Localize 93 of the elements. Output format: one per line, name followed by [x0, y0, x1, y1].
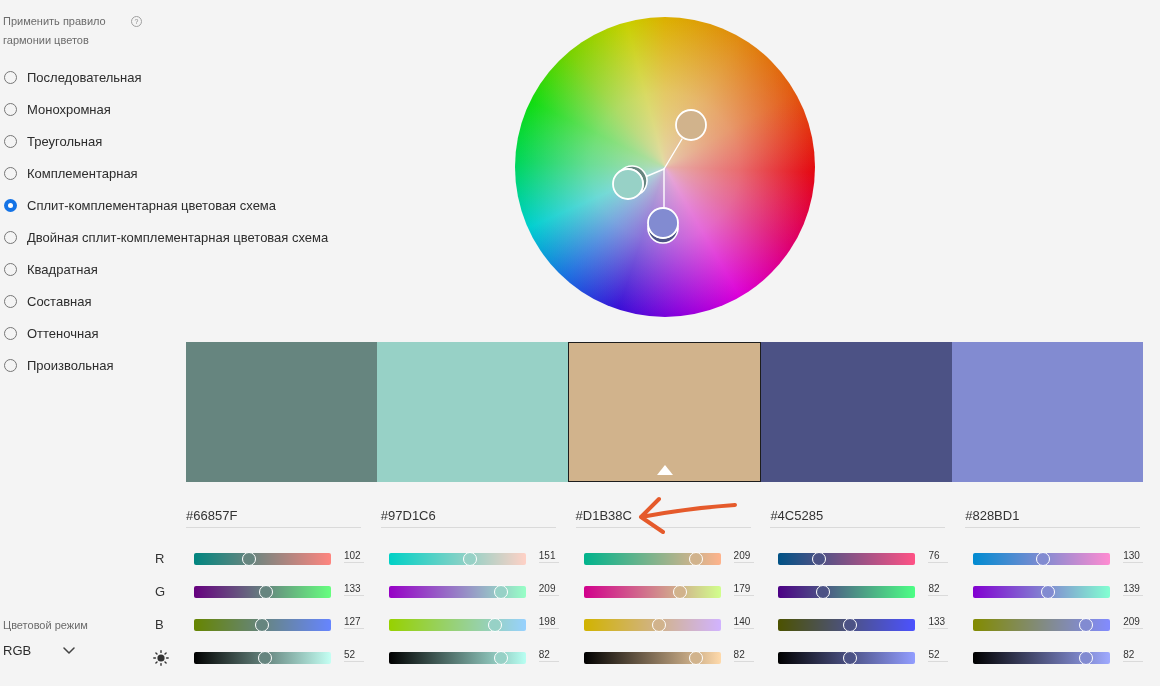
- slider-track[interactable]: [973, 585, 1111, 598]
- channel-label: B: [154, 617, 164, 632]
- value-field[interactable]: 82: [733, 649, 754, 662]
- slider-thumb[interactable]: [258, 584, 273, 599]
- chevron-icon: [63, 646, 75, 654]
- harmony-option[interactable]: Последовательная: [3, 61, 142, 93]
- slider-track[interactable]: [194, 585, 331, 598]
- slider-track[interactable]: [194, 618, 331, 631]
- color-swatch[interactable]: [952, 342, 1143, 482]
- slider-track[interactable]: [388, 585, 526, 598]
- slider-thumb[interactable]: [1078, 650, 1093, 665]
- channel-label: G: [154, 584, 166, 599]
- value-field[interactable]: 82: [1123, 649, 1144, 662]
- harmony-option[interactable]: Монохромная: [3, 93, 111, 125]
- value-field[interactable]: 127: [344, 616, 364, 629]
- slider-track[interactable]: [973, 552, 1111, 565]
- value-field[interactable]: 151: [538, 550, 559, 563]
- slider-track[interactable]: [778, 585, 916, 598]
- harmony-option[interactable]: Двойная сплит-комплементарная цветовая схема: [3, 221, 329, 253]
- value-field[interactable]: 102: [344, 550, 364, 563]
- slider-track[interactable]: [583, 651, 721, 664]
- harmony-title: Применить правило гармонии цветов: [3, 14, 107, 48]
- color-swatch[interactable]: [761, 342, 952, 482]
- slider-thumb[interactable]: [1036, 551, 1051, 566]
- value-field[interactable]: 209: [733, 550, 754, 563]
- color-handle[interactable]: [674, 109, 707, 141]
- color-handle[interactable]: [611, 168, 644, 200]
- value-field[interactable]: 139: [1123, 583, 1144, 596]
- harmony-option[interactable]: Составная: [3, 285, 92, 317]
- slider-thumb[interactable]: [651, 617, 666, 632]
- value-field[interactable]: 179: [733, 583, 754, 596]
- slider-track[interactable]: [388, 552, 526, 565]
- slider-thumb[interactable]: [462, 551, 477, 566]
- slider-thumb[interactable]: [842, 617, 857, 632]
- harmony-option[interactable]: Оттеночная: [3, 317, 99, 349]
- hex-field[interactable]: #97D1C6: [380, 504, 556, 528]
- value-field[interactable]: 82: [538, 649, 559, 662]
- color-swatch[interactable]: [377, 342, 568, 482]
- value-field[interactable]: 133: [344, 583, 364, 596]
- slider-track[interactable]: [583, 585, 721, 598]
- color-mode-dropdown[interactable]: RGB: [3, 640, 77, 660]
- value-field[interactable]: 76: [928, 550, 949, 563]
- hex-field[interactable]: #D1B38C: [575, 504, 751, 528]
- slider-track[interactable]: [194, 552, 331, 565]
- color-swatch[interactable]: [568, 342, 761, 482]
- slider-track[interactable]: [194, 651, 331, 664]
- slider-thumb[interactable]: [812, 551, 827, 566]
- value-field[interactable]: 209: [538, 583, 559, 596]
- slider-thumb[interactable]: [672, 584, 687, 599]
- slider-track[interactable]: [583, 552, 721, 565]
- harmony-option[interactable]: Комплементарная: [3, 157, 138, 189]
- color-handle[interactable]: [646, 207, 679, 239]
- slider-thumb[interactable]: [255, 617, 270, 632]
- slider-track[interactable]: [778, 651, 916, 664]
- color-mode-label: Цветовой режим: [3, 618, 88, 633]
- slider-track[interactable]: [388, 651, 526, 664]
- slider-thumb[interactable]: [258, 650, 273, 665]
- channel-label: R: [154, 551, 165, 566]
- slider-thumb[interactable]: [1040, 584, 1055, 599]
- slider-track[interactable]: [973, 651, 1111, 664]
- value-field[interactable]: 133: [928, 616, 949, 629]
- sun-icon: [153, 649, 169, 666]
- hex-field[interactable]: #4C5285: [770, 504, 946, 528]
- slider-track[interactable]: [778, 618, 916, 631]
- value-field[interactable]: 82: [928, 583, 949, 596]
- slider-track[interactable]: [388, 618, 526, 631]
- slider-thumb[interactable]: [688, 650, 703, 665]
- harmony-option[interactable]: Произвольная: [3, 349, 114, 381]
- slider-thumb[interactable]: [688, 551, 703, 566]
- slider-thumb[interactable]: [488, 617, 503, 632]
- value-field[interactable]: 130: [1123, 550, 1144, 563]
- hex-field[interactable]: #828BD1: [965, 504, 1141, 528]
- slider-track[interactable]: [778, 552, 916, 565]
- slider-thumb[interactable]: [494, 584, 509, 599]
- slider-track[interactable]: [583, 618, 721, 631]
- value-field[interactable]: 198: [538, 616, 559, 629]
- slider-track[interactable]: [973, 618, 1111, 631]
- value-field[interactable]: 140: [733, 616, 754, 629]
- slider-thumb[interactable]: [494, 650, 509, 665]
- slider-thumb[interactable]: [815, 584, 830, 599]
- harmony-option[interactable]: Сплит-комплементарная цветовая схема: [3, 189, 277, 221]
- slider-thumb[interactable]: [1078, 617, 1093, 632]
- harmony-option[interactable]: Треугольная: [3, 125, 103, 157]
- value-field[interactable]: 52: [344, 649, 364, 662]
- slider-thumb[interactable]: [241, 551, 256, 566]
- color-swatch[interactable]: [186, 342, 377, 482]
- value-field[interactable]: 52: [928, 649, 949, 662]
- radio-icon[interactable]: [4, 198, 17, 212]
- caret-icon: [656, 465, 673, 475]
- harmony-option[interactable]: Квадратная: [3, 253, 98, 285]
- slider-thumb[interactable]: [842, 650, 857, 665]
- value-field[interactable]: 209: [1123, 616, 1144, 629]
- hex-field[interactable]: #66857F: [186, 504, 361, 528]
